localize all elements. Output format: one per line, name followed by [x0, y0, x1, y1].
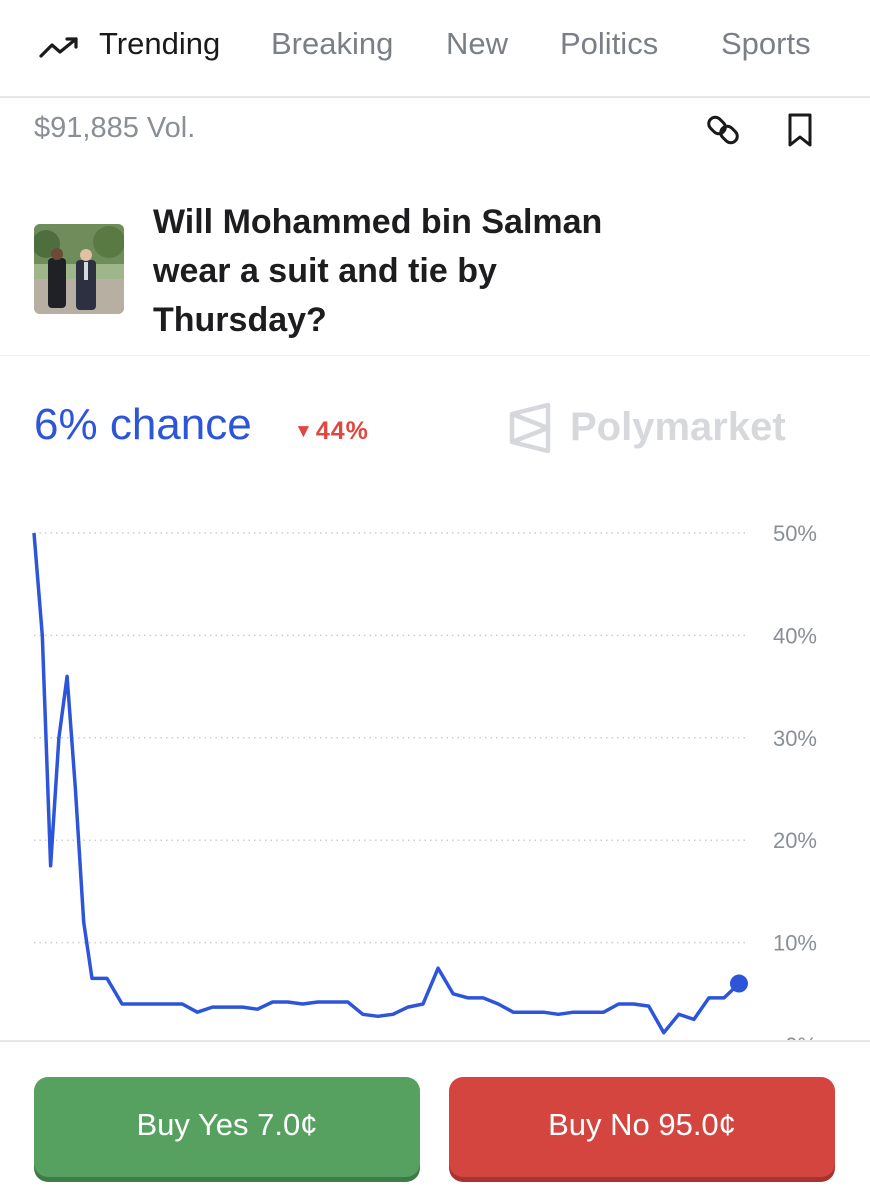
- down-triangle-icon: ▼: [294, 421, 314, 442]
- chance-change-value: 44%: [315, 417, 369, 445]
- brand-name: Polymarket: [570, 405, 786, 449]
- tab-breaking[interactable]: Breaking: [271, 26, 393, 62]
- current-price-dot[interactable]: [730, 974, 748, 993]
- section-divider: [0, 355, 870, 356]
- polymarket-logo-icon: [509, 402, 551, 454]
- market-volume: $91,885 Vol.: [34, 112, 196, 144]
- y-tick-label: 0%: [785, 1033, 817, 1040]
- footer-divider: [0, 1040, 870, 1042]
- buy-no-button[interactable]: Buy No 95.0¢: [449, 1077, 835, 1177]
- link-icon[interactable]: [703, 110, 743, 150]
- price-history-chart: 50% 40% 30% 20% 10% 0%: [32, 521, 817, 1040]
- tab-new[interactable]: New: [446, 26, 508, 62]
- y-tick-label: 50%: [773, 521, 817, 546]
- bookmark-icon[interactable]: [780, 110, 820, 150]
- chance-value: 6% chance: [34, 400, 252, 449]
- buy-yes-button[interactable]: Buy Yes 7.0¢: [34, 1077, 420, 1177]
- chance-change: ▼44%: [294, 417, 369, 446]
- tab-sports[interactable]: Sports: [721, 26, 811, 62]
- y-tick-label: 20%: [773, 828, 817, 853]
- tab-trending[interactable]: Trending: [99, 26, 220, 62]
- y-tick-label: 40%: [773, 623, 817, 648]
- tab-politics[interactable]: Politics: [560, 26, 658, 62]
- category-nav: Trending Breaking New Politics Sports: [0, 0, 870, 98]
- y-tick-label: 10%: [773, 931, 817, 956]
- market-question[interactable]: Will Mohammed bin Salman wear a suit and…: [153, 198, 673, 345]
- y-tick-label: 30%: [773, 726, 817, 751]
- price-line: [32, 532, 741, 1035]
- market-image: [34, 224, 124, 314]
- trending-up-icon[interactable]: [38, 34, 82, 62]
